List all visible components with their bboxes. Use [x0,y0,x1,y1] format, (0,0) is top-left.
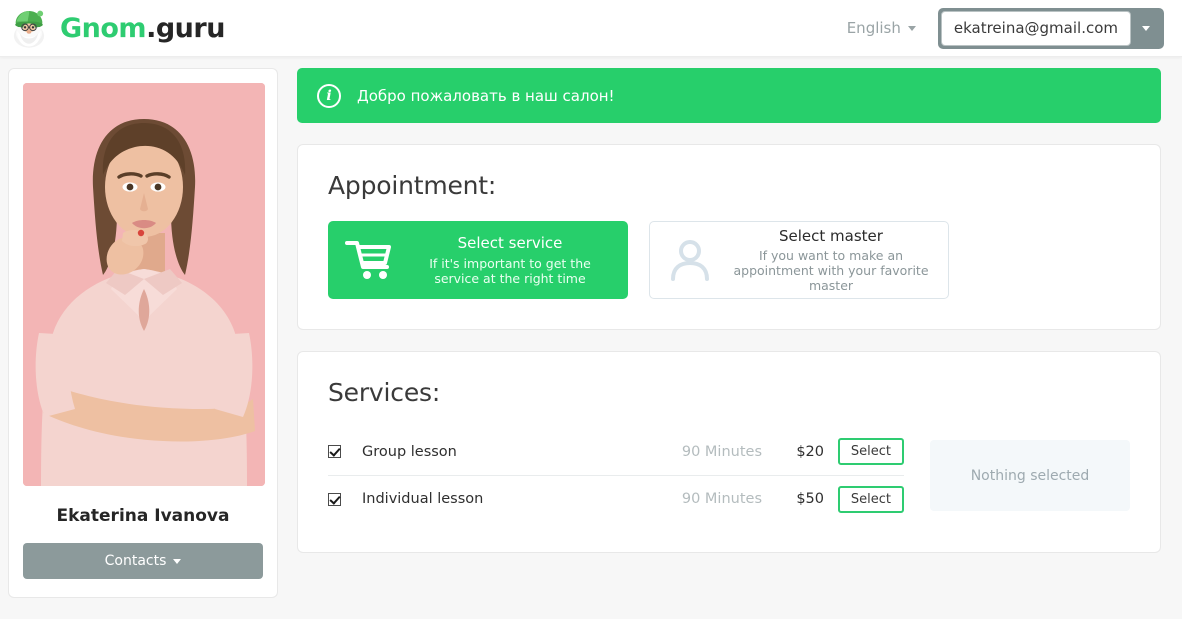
selection-summary: Nothing selected [930,440,1130,511]
user-menu-toggle[interactable] [1131,11,1161,46]
brand-title-second: .guru [146,13,225,44]
select-service-text: Select service If it's important to get … [407,234,613,286]
user-silhouette-icon [664,237,716,283]
gnome-icon [8,7,50,49]
select-master-card[interactable]: Select master If you want to make an app… [649,221,949,299]
profile-name: Ekaterina Ivanova [23,506,263,526]
main-content: i Добро пожаловать в наш салон! Appointm… [297,68,1174,553]
select-service-subtitle: If it's important to get the service at … [407,256,613,286]
appointment-choice-row: Select service If it's important to get … [328,221,1130,299]
appointment-title: Appointment: [328,171,1130,200]
service-checkbox[interactable] [328,445,362,458]
select-master-text: Select master If you want to make an app… [728,227,934,294]
chevron-down-icon [908,26,916,31]
page-body: Ekaterina Ivanova Contacts i Добро пожал… [0,57,1182,598]
service-duration: 90 Minutes [657,491,762,507]
services-list: Group lesson 90 Minutes $20 Select Indiv… [328,428,904,522]
service-duration: 90 Minutes [657,444,762,460]
select-service-card[interactable]: Select service If it's important to get … [328,221,628,299]
select-master-subtitle: If you want to make an appointment with … [728,248,934,293]
select-service-button[interactable]: Select [838,438,904,465]
contacts-button[interactable]: Contacts [23,543,263,579]
appointment-panel: Appointment: Select service [297,144,1161,330]
brand-title-first: Gnom [60,13,146,44]
service-name: Group lesson [362,444,657,460]
services-body: Group lesson 90 Minutes $20 Select Indiv… [328,428,1130,522]
user-account-group[interactable]: ekatreina@gmail.com [938,8,1164,49]
user-email-field[interactable]: ekatreina@gmail.com [941,11,1131,46]
contacts-button-label: Contacts [105,553,167,569]
service-action-cell: Select [824,438,904,465]
table-row: Individual lesson 90 Minutes $50 Select [328,475,904,522]
table-row: Group lesson 90 Minutes $20 Select [328,428,904,475]
chevron-down-icon [1142,26,1150,31]
select-service-title: Select service [407,234,613,253]
app-header: Gnom.guru English ekatreina@gmail.com [0,0,1182,57]
service-checkbox[interactable] [328,493,362,506]
language-label: English [847,19,901,37]
profile-sidebar: Ekaterina Ivanova Contacts [8,68,278,598]
service-price: $20 [762,444,824,460]
shopping-cart-icon [343,239,395,281]
brand-logo-link[interactable]: Gnom.guru [8,7,225,49]
welcome-alert: i Добро пожаловать в наш салон! [297,68,1161,123]
brand-title: Gnom.guru [60,13,225,44]
language-selector[interactable]: English [847,19,916,37]
services-title: Services: [328,378,1130,407]
service-name: Individual lesson [362,491,657,507]
profile-photo [23,83,265,486]
services-panel: Services: Group lesson 90 Minutes $20 Se… [297,351,1161,553]
select-master-title: Select master [728,227,934,246]
service-price: $50 [762,491,824,507]
welcome-alert-message: Добро пожаловать в наш салон! [357,87,615,105]
select-service-button[interactable]: Select [838,486,904,513]
info-icon: i [317,84,341,108]
service-action-cell: Select [824,486,904,513]
header-right-group: English ekatreina@gmail.com [847,8,1164,49]
caret-down-icon [173,559,181,564]
